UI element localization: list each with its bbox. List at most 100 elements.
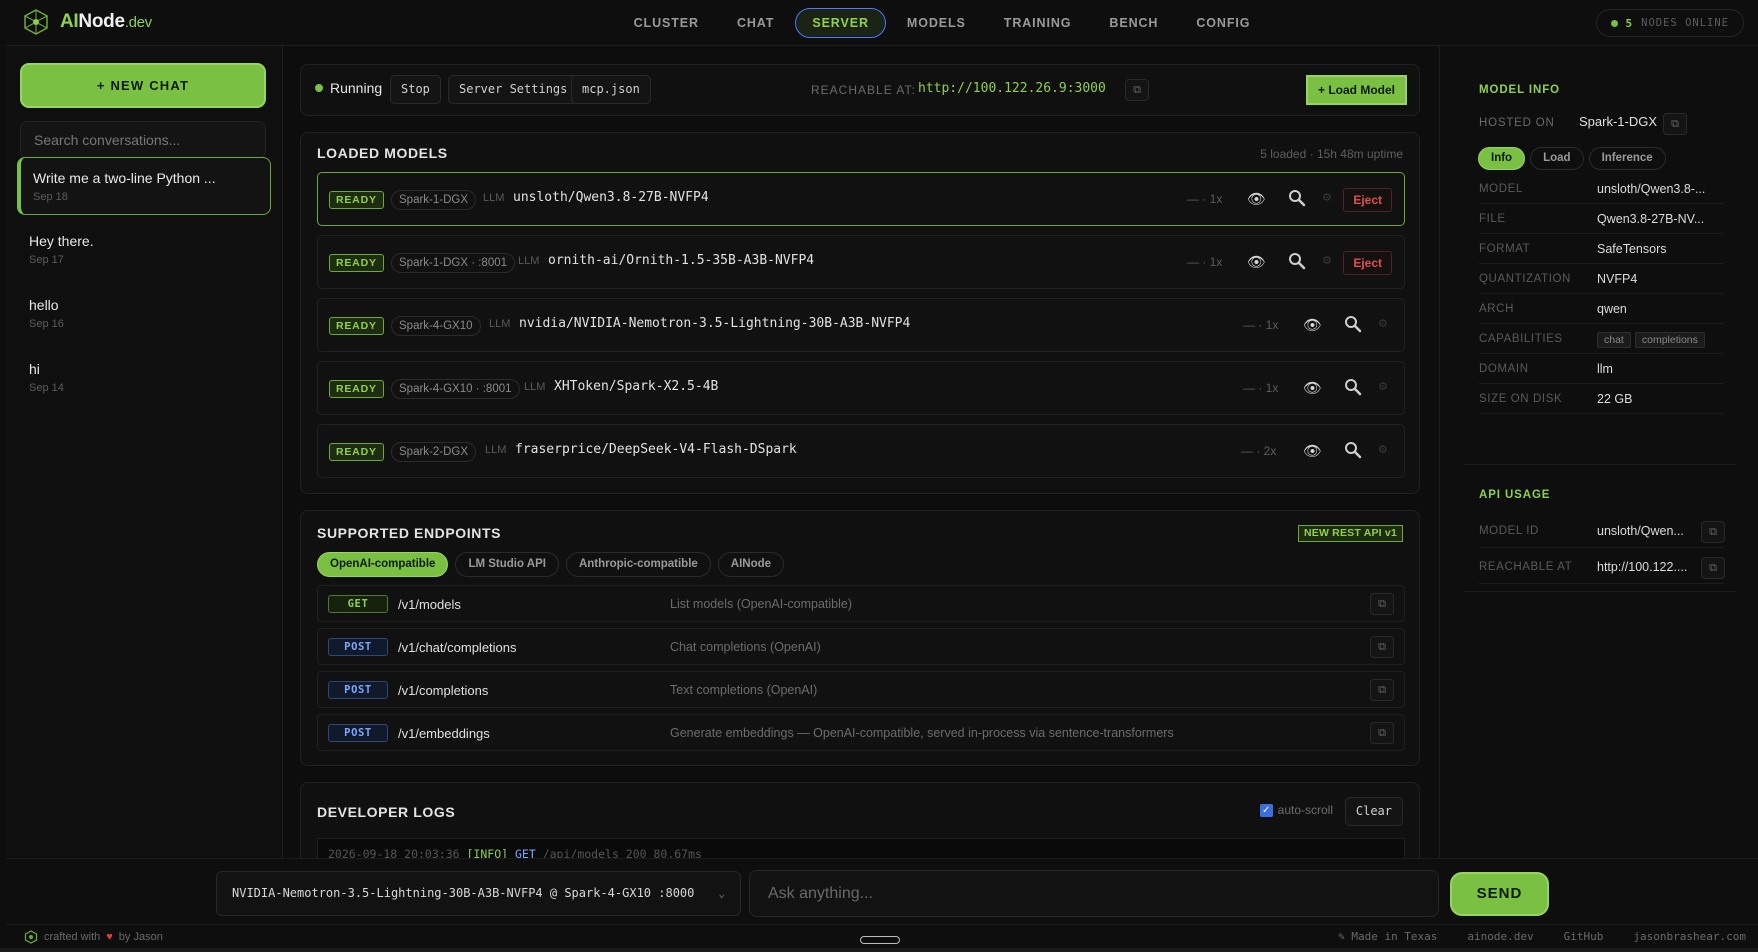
endpoint-row[interactable]: POST /v1/chat/completions Chat completio… <box>317 628 1405 665</box>
copy-icon[interactable]: ⧉ <box>1370 722 1394 744</box>
eye-icon[interactable]: 👁 <box>1247 253 1266 271</box>
checkbox-checked-icon[interactable]: ✓ <box>1259 803 1273 817</box>
server-status: Running <box>315 80 382 96</box>
running-dot-icon <box>315 84 323 92</box>
eye-icon[interactable]: 👁 <box>1247 190 1266 208</box>
footer-link-ainode[interactable]: ainode.dev <box>1467 930 1533 943</box>
node-tag: Spark-4-GX10 · :8001 <box>391 379 520 399</box>
tab-openai-compatible[interactable]: OpenAI-compatible <box>317 552 449 577</box>
settings-icon[interactable]: ⚙ <box>1322 254 1332 267</box>
magnifier-icon[interactable] <box>1344 378 1362 396</box>
pin-icon: ✎ <box>1338 930 1345 943</box>
instance-count: — · 1x <box>1187 192 1223 206</box>
footer-link-github[interactable]: GitHub <box>1564 930 1604 943</box>
conversation-item[interactable]: Hey there. Sep 17 <box>17 221 271 279</box>
instance-count: — · 1x <box>1243 381 1279 395</box>
send-button[interactable]: SEND <box>1450 872 1549 916</box>
server-settings-button[interactable]: Server Settings <box>448 75 579 104</box>
eject-button[interactable]: Eject <box>1343 188 1392 212</box>
method-badge: POST <box>328 681 388 699</box>
auto-scroll-toggle[interactable]: ✓ auto-scroll <box>1259 803 1333 817</box>
api-usage-card: API USAGE MODEL ID unsloth/Qwen... ⧉ REA… <box>1464 476 1736 592</box>
ask-input[interactable]: Ask anything... <box>749 870 1439 917</box>
copy-icon[interactable]: ⧉ <box>1370 636 1394 658</box>
conversation-date: Sep 17 <box>29 254 64 266</box>
copy-icon[interactable]: ⧉ <box>1663 113 1687 135</box>
magnifier-icon[interactable] <box>1288 189 1306 207</box>
model-row[interactable]: READY Spark-2-DGX LLM fraserprice/DeepSe… <box>317 424 1405 478</box>
model-type: LLM <box>524 381 546 393</box>
server-toolbar: Running Stop Server Settings mcp.json RE… <box>300 64 1420 116</box>
tab-inference[interactable]: Inference <box>1588 147 1666 170</box>
status-badge: READY <box>329 380 384 398</box>
tab-models[interactable]: MODELS <box>890 8 983 38</box>
model-select-dropdown[interactable]: NVIDIA-Nemotron-3.5-Lightning-30B-A3B-NV… <box>216 871 741 916</box>
copy-icon[interactable]: ⧉ <box>1370 593 1394 615</box>
method-badge: GET <box>328 595 388 613</box>
model-name: unsloth/Qwen3.8-27B-NVFP4 <box>513 190 709 205</box>
tab-lm-studio-api[interactable]: LM Studio API <box>455 552 559 577</box>
stop-button[interactable]: Stop <box>390 75 441 104</box>
tab-bench[interactable]: BENCH <box>1092 8 1175 38</box>
endpoint-row[interactable]: POST /v1/completions Text completions (O… <box>317 671 1405 708</box>
copy-icon[interactable]: ⧉ <box>1701 557 1725 579</box>
conversation-item[interactable]: hi Sep 14 <box>17 349 271 407</box>
tab-ainode[interactable]: AINode <box>717 552 785 577</box>
tab-info[interactable]: Info <box>1478 147 1526 170</box>
model-row[interactable]: READY Spark-1-DGX LLM unsloth/Qwen3.8-27… <box>317 172 1405 226</box>
eye-icon[interactable]: 👁 <box>1303 379 1322 397</box>
conversation-item[interactable]: Write me a two-line Python ... Sep 18 <box>17 157 271 215</box>
eye-icon[interactable]: 👁 <box>1303 442 1322 460</box>
footer-link-author[interactable]: jasonbrashear.com <box>1633 930 1746 943</box>
model-row[interactable]: READY Spark-4-GX10 · :8001 LLM XHToken/S… <box>317 361 1405 415</box>
model-row[interactable]: READY Spark-1-DGX · :8001 LLM ornith-ai/… <box>317 235 1405 289</box>
capability-chip: completions <box>1634 332 1705 348</box>
new-chat-button[interactable]: + NEW CHAT <box>20 63 266 108</box>
tab-training[interactable]: TRAINING <box>987 8 1089 38</box>
endpoint-tabs: OpenAI-compatible LM Studio API Anthropi… <box>317 552 785 577</box>
nodes-online-indicator[interactable]: 5 NODES ONLINE <box>1595 9 1744 37</box>
node-tag: Spark-4-GX10 <box>391 316 481 336</box>
info-row-arch: ARCH qwen <box>1479 297 1724 324</box>
mcp-json-button[interactable]: mcp.json <box>571 75 651 104</box>
eject-button[interactable]: Eject <box>1343 251 1392 275</box>
magnifier-icon[interactable] <box>1288 252 1306 270</box>
node-tag: Spark-1-DGX · :8001 <box>391 253 516 273</box>
log-output[interactable]: 2026-09-18 20:03:36 [INFO] GET /api/mode… <box>317 838 1405 858</box>
magnifier-icon[interactable] <box>1344 315 1362 333</box>
settings-icon[interactable]: ⚙ <box>1322 191 1332 204</box>
model-row[interactable]: READY Spark-4-GX10 LLM nvidia/NVIDIA-Nem… <box>317 298 1405 352</box>
conversation-title: hello <box>29 297 59 313</box>
settings-icon[interactable]: ⚙ <box>1378 443 1388 456</box>
os-taskbar <box>0 948 1758 952</box>
chat-composer: NVIDIA-Nemotron-3.5-Lightning-30B-A3B-NV… <box>6 858 1758 924</box>
conversation-item[interactable]: hello Sep 16 <box>17 285 271 343</box>
copy-icon[interactable]: ⧉ <box>1370 679 1394 701</box>
copy-icon[interactable]: ⧉ <box>1701 521 1725 543</box>
endpoint-row[interactable]: POST /v1/embeddings Generate embeddings … <box>317 714 1405 751</box>
copy-icon[interactable]: ⧉ <box>1125 79 1149 101</box>
method-badge: POST <box>328 724 388 742</box>
tab-server[interactable]: SERVER <box>795 8 886 38</box>
reachable-url[interactable]: http://100.122.26.9:3000 <box>918 81 1106 96</box>
settings-icon[interactable]: ⚙ <box>1378 380 1388 393</box>
tab-chat[interactable]: CHAT <box>720 8 791 38</box>
tab-anthropic-compatible[interactable]: Anthropic-compatible <box>565 552 711 577</box>
magnifier-icon[interactable] <box>1344 441 1362 459</box>
settings-icon[interactable]: ⚙ <box>1378 317 1388 330</box>
resize-handle[interactable] <box>860 936 900 944</box>
eye-icon[interactable]: 👁 <box>1303 316 1322 334</box>
reachable-label: REACHABLE AT: <box>811 83 916 97</box>
load-model-button[interactable]: + Load Model <box>1305 75 1407 105</box>
clear-logs-button[interactable]: Clear <box>1344 797 1403 826</box>
main-nav: CLUSTER CHAT SERVER MODELS TRAINING BENC… <box>6 8 1758 38</box>
server-main[interactable]: Running Stop Server Settings mcp.json RE… <box>284 46 1438 858</box>
tab-config[interactable]: CONFIG <box>1179 8 1267 38</box>
status-badge: READY <box>329 443 384 461</box>
section-title: LOADED MODELS <box>317 145 448 161</box>
tab-cluster[interactable]: CLUSTER <box>617 8 716 38</box>
info-row-capabilities: CAPABILITIES chat completions <box>1479 327 1724 354</box>
tab-load[interactable]: Load <box>1530 147 1584 170</box>
search-conversations-input[interactable]: Search conversations... <box>20 121 266 159</box>
endpoint-row[interactable]: GET /v1/models List models (OpenAI-compa… <box>317 585 1405 622</box>
